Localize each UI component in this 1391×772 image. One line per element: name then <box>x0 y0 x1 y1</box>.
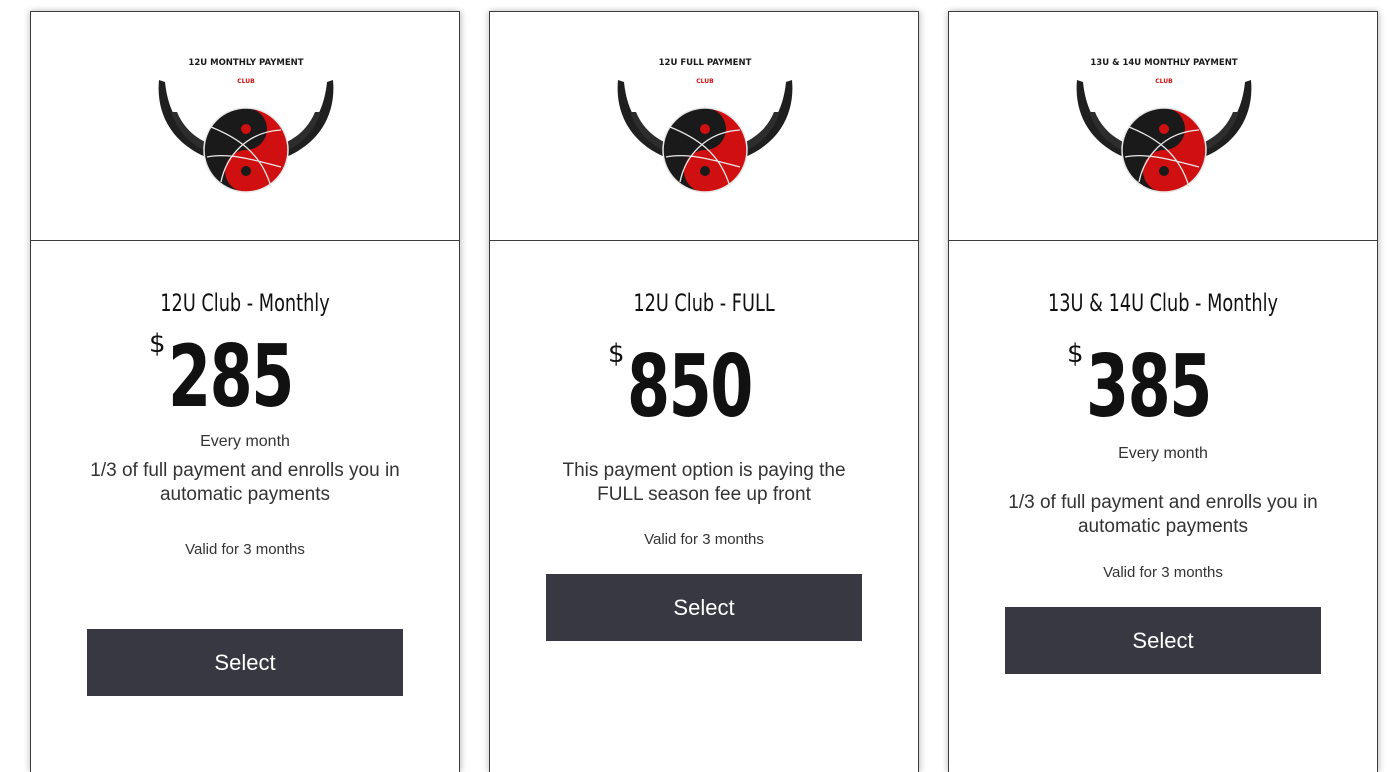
plan-name: 12U Club - Monthly <box>160 289 330 317</box>
plan-description: 1/3 of full payment and enrolls you in a… <box>90 460 400 505</box>
plan-price: $850 <box>490 337 918 437</box>
club-logo: 13U & 14U MONTHLY PAYMENT CLUB <box>1059 52 1269 202</box>
plan-image: 12U FULL PAYMENT CLUB <box>490 12 918 241</box>
club-logo: 12U FULL PAYMENT CLUB <box>600 52 810 202</box>
winged-volleyball-icon <box>158 80 334 193</box>
price-amount: 850 <box>626 337 753 437</box>
select-button[interactable]: Select <box>1005 607 1321 674</box>
select-button[interactable]: Select <box>546 574 862 641</box>
plan-validity: Valid for 3 months <box>185 541 305 558</box>
price-amount: 285 <box>167 327 294 427</box>
plan-price: $285 <box>31 327 459 427</box>
plan-price: $385 <box>949 337 1377 437</box>
plan-validity: Valid for 3 months <box>1103 564 1223 581</box>
billing-frequency: Every month <box>200 433 290 450</box>
plan-card-12u-full: 12U FULL PAYMENT CLUB 12U Club - FULL $8… <box>489 11 919 772</box>
select-button[interactable]: Select <box>87 629 403 696</box>
plan-validity: Valid for 3 months <box>644 531 764 548</box>
plan-card-12u-monthly: 12U MONTHLY PAYMENT CLUB 12U Club - Mont… <box>30 11 460 772</box>
plan-description: This payment option is paying the FULL s… <box>562 460 846 505</box>
currency-symbol: $ <box>607 339 625 369</box>
currency-symbol: $ <box>148 329 166 359</box>
plan-name: 13U & 14U Club - Monthly <box>1048 289 1278 317</box>
currency-symbol: $ <box>1066 339 1084 369</box>
plan-image: 12U MONTHLY PAYMENT CLUB <box>31 12 459 241</box>
winged-volleyball-icon <box>1076 80 1252 193</box>
plan-description: 1/3 of full payment and enrolls you in a… <box>1008 492 1318 537</box>
plan-name: 12U Club - FULL <box>633 289 775 317</box>
price-amount: 385 <box>1085 337 1212 437</box>
plan-image: 13U & 14U MONTHLY PAYMENT CLUB <box>949 12 1377 241</box>
billing-frequency: Every month <box>1118 445 1208 462</box>
club-logo: 12U MONTHLY PAYMENT CLUB <box>141 52 351 202</box>
plan-card-13u-14u-monthly: 13U & 14U MONTHLY PAYMENT CLUB 13U & 14U… <box>948 11 1378 772</box>
winged-volleyball-icon <box>617 80 793 193</box>
